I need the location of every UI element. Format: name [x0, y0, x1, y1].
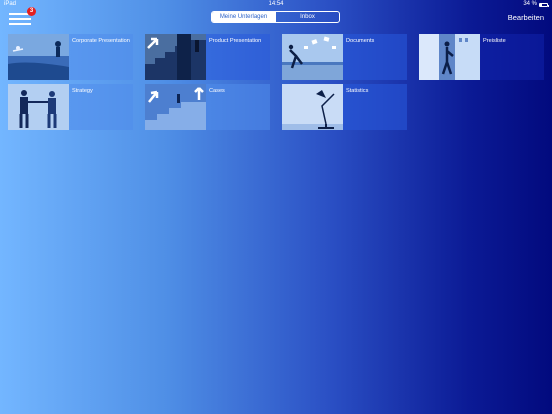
door-man-photo	[419, 34, 480, 80]
arrows-steps-photo	[145, 84, 206, 130]
handshake-photo	[8, 84, 69, 130]
tile-corporate-presentation[interactable]: Corporate Presentation	[8, 34, 133, 80]
tile-cases[interactable]: Cases	[145, 84, 270, 130]
tile-label: Product Presentation	[209, 38, 262, 44]
people-on-beach-photo	[8, 34, 69, 80]
hamburger-icon-line	[9, 23, 31, 25]
tab-inbox[interactable]: Inbox	[275, 12, 339, 22]
desk-lamp-photo	[282, 84, 343, 130]
clock: 14:54	[268, 1, 284, 7]
tile-label: Cases	[209, 88, 225, 94]
tile-label: Corporate Presentation	[72, 38, 130, 44]
tile-label: Documents	[346, 38, 375, 44]
battery-icon	[539, 2, 549, 7]
edit-button[interactable]: Bearbeiten	[508, 13, 544, 22]
tile-label: Statistics	[346, 88, 369, 94]
battery-status: 34 %	[523, 0, 549, 9]
menu-button[interactable]: 3	[9, 7, 36, 25]
notification-badge: 3	[27, 7, 36, 16]
tile-statistics[interactable]: Statistics	[282, 84, 407, 130]
arrow-stairs-photo	[145, 34, 206, 80]
hamburger-icon-line	[9, 18, 31, 20]
tile-strategy[interactable]: Strategy	[8, 84, 133, 130]
tile-label: Strategy	[72, 88, 93, 94]
tile-label: Preisliste	[483, 38, 506, 44]
battery-percent: 34 %	[523, 1, 537, 7]
status-bar: iPad 14:54 34 %	[0, 0, 552, 9]
segmented-control: Meine Unterlagen Inbox	[211, 11, 340, 23]
jumping-man-papers-photo	[282, 34, 343, 80]
tile-documents[interactable]: Documents	[282, 34, 407, 80]
tile-product-presentation[interactable]: Product Presentation	[145, 34, 270, 80]
tile-preisliste[interactable]: Preisliste	[419, 34, 544, 80]
tab-meine-unterlagen[interactable]: Meine Unterlagen	[212, 12, 275, 22]
